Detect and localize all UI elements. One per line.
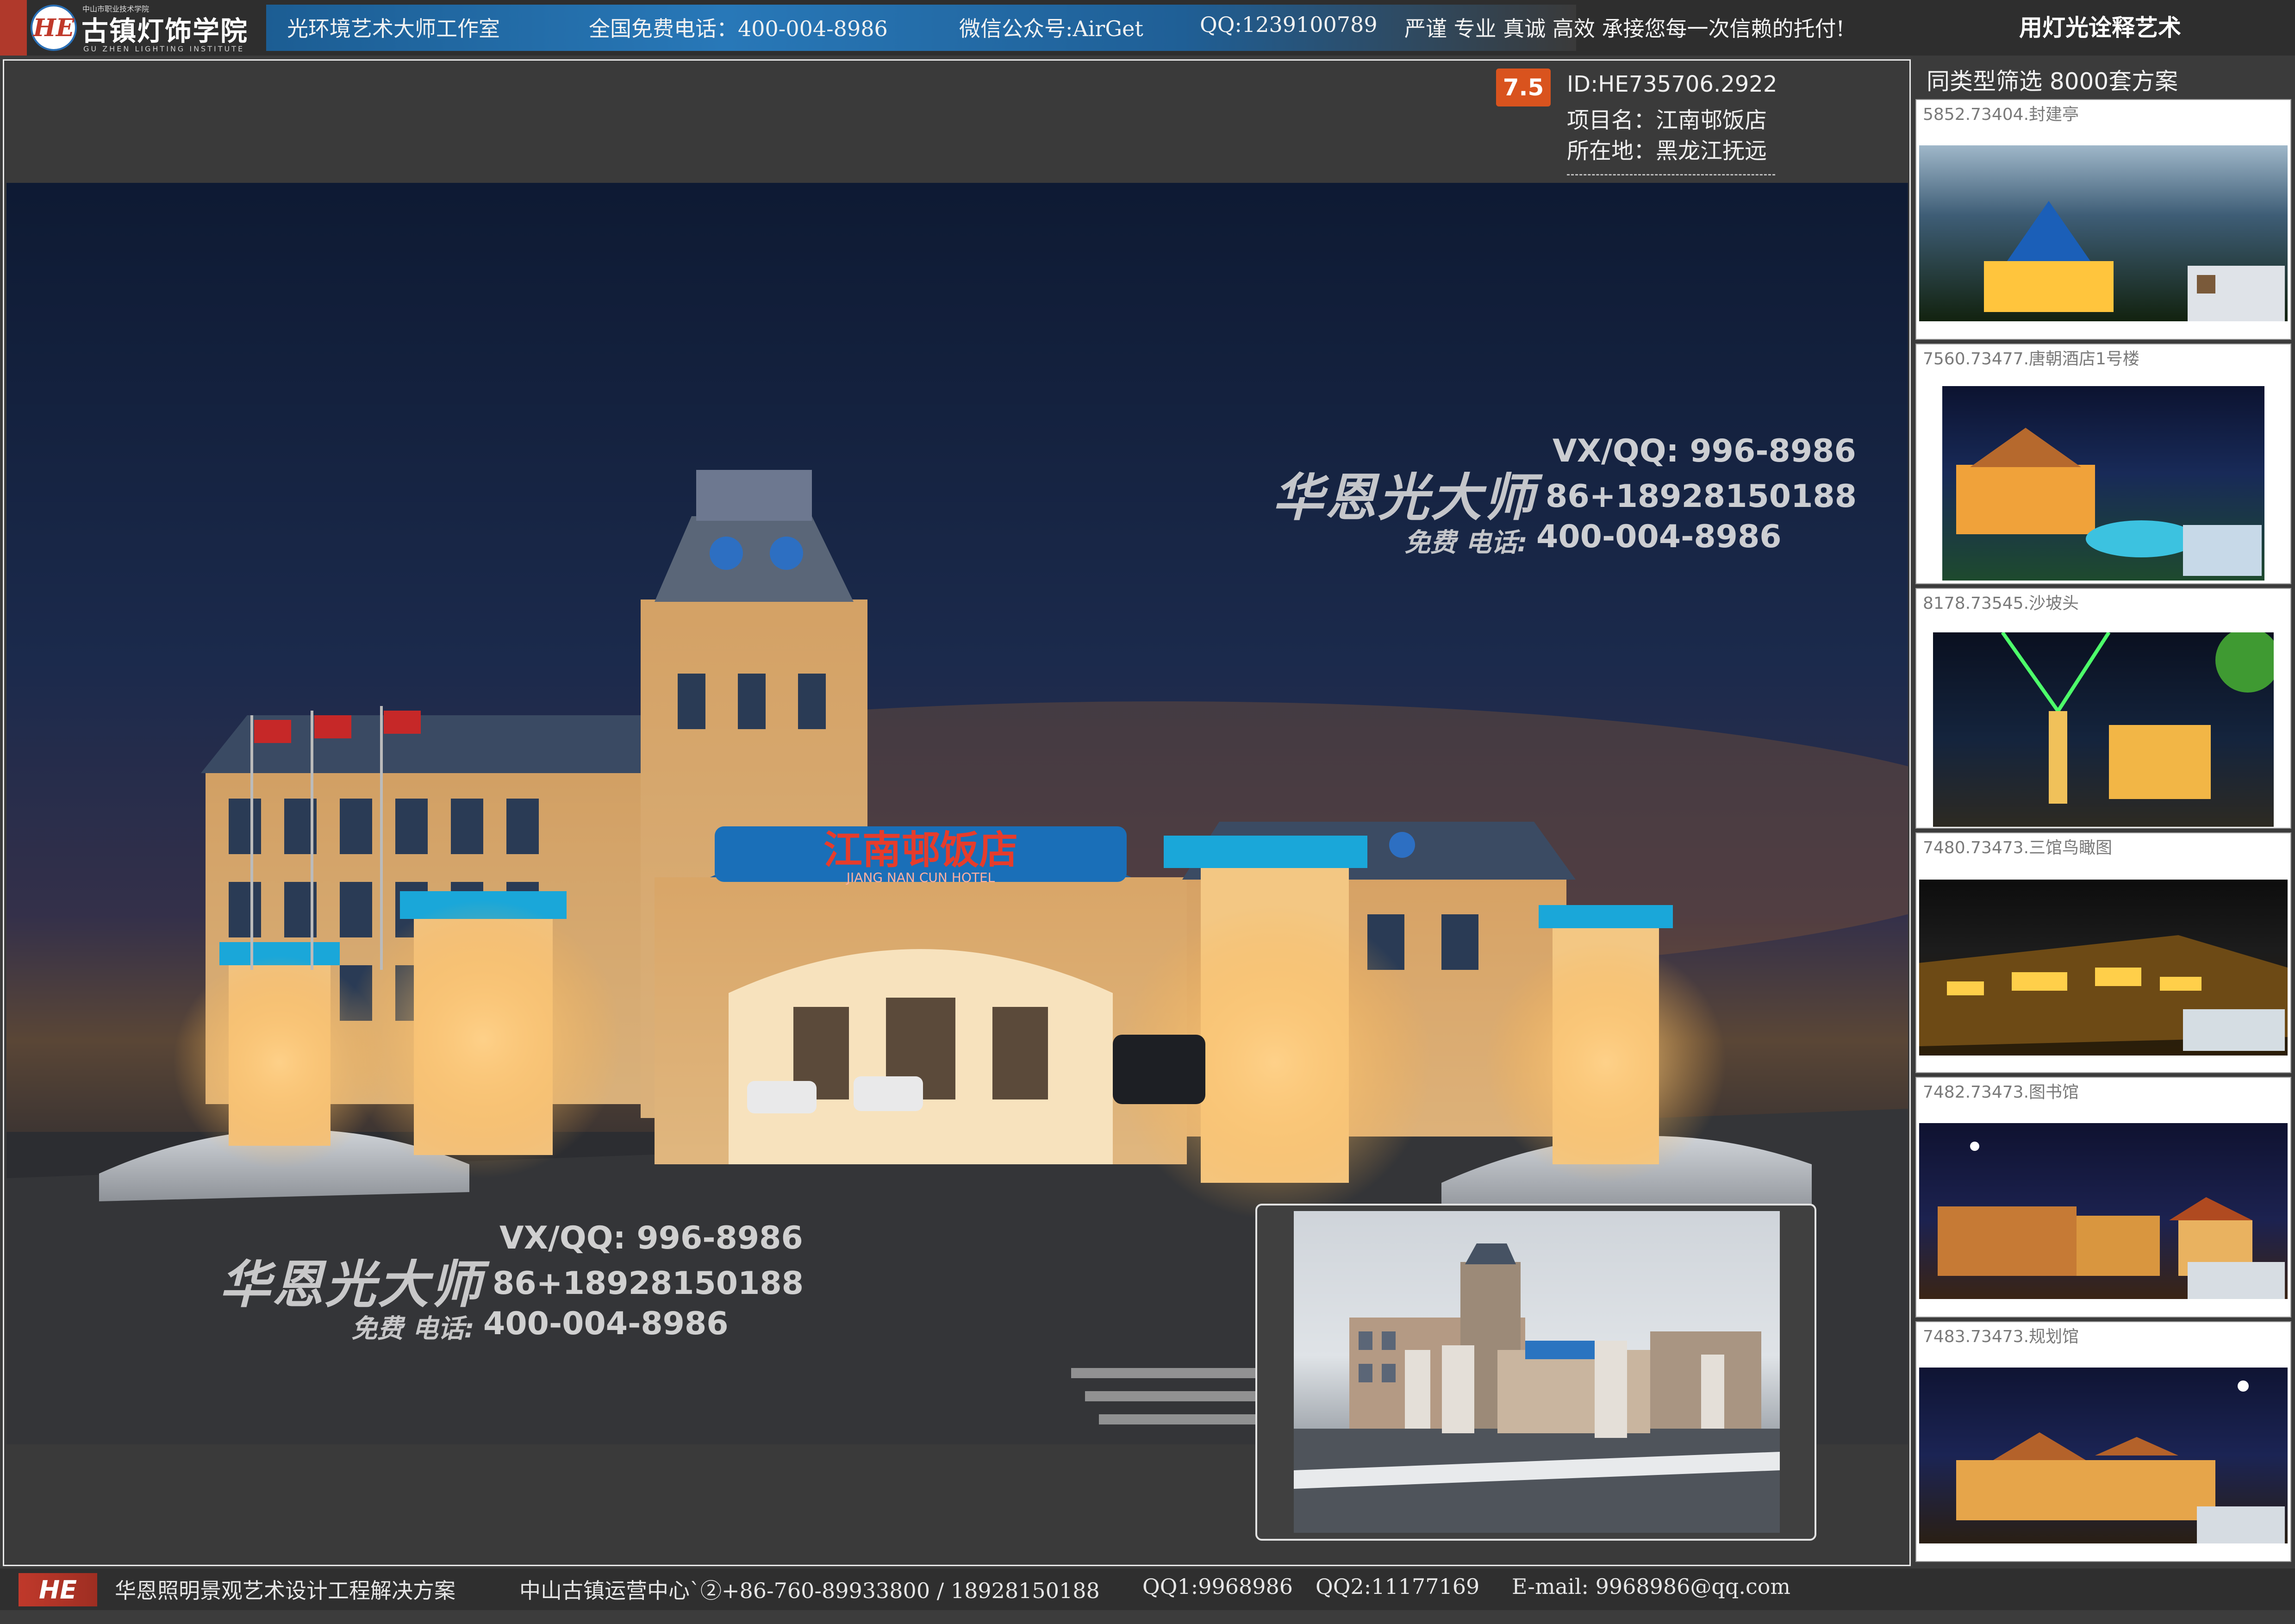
daytime-photo[interactable] [1294, 1211, 1780, 1533]
watermark-hotline-upper: 400-004-8986 [1536, 518, 1782, 555]
footer-logo-icon[interactable]: HE [19, 1573, 97, 1606]
watermark-vx-upper: VX/QQ: 996-8986 [1553, 433, 1856, 469]
planning-hall-thumbnail-icon [1919, 1368, 2288, 1543]
card-caption: 7483.73473.规划馆 [1923, 1327, 2079, 1346]
street-laser-thumbnail-icon [1933, 632, 2274, 827]
watermark-free-label-upper: 免费 电话: [1404, 528, 1528, 558]
footer-qq1: QQ1:9968986 [1142, 1574, 1293, 1599]
top-banner: HE 中山市职业技术学院 古镇灯饰学院 GU ZHEN LIGHTING INS… [0, 0, 2295, 56]
project-location: 所在地：黑龙江抚远 [1567, 138, 1767, 164]
footer-email[interactable]: E-mail: 9968986@qq.com [1512, 1574, 1790, 1599]
sidebar-card-5[interactable]: 7482.73473.图书馆 [1915, 1077, 2291, 1318]
sidebar-card-2[interactable]: 7560.73477.唐朝酒店1号楼 [1915, 344, 2291, 584]
sidebar-card-4[interactable]: 7480.73473.三馆鸟瞰图 [1915, 832, 2291, 1073]
right-tagline: 用灯光诠释艺术 [2019, 14, 2181, 41]
project-id: ID:HE735706.2922 [1567, 71, 1777, 97]
institute-logo-icon[interactable]: HE [31, 5, 77, 51]
sidebar-card-6[interactable]: 7483.73473.规划馆 [1915, 1321, 2291, 1562]
watermark-free-label-lower: 免费 电话: [351, 1314, 474, 1344]
aerial-night-thumbnail-icon [1919, 880, 2288, 1056]
watermark-brand-upper: 华恩光大师 [1272, 468, 1536, 527]
library-night-thumbnail-icon [1919, 1123, 2288, 1299]
similar-projects-sidebar: 同类型筛选 8000套方案 5852.73404.封建亭 7560.73477.… [1913, 56, 2295, 1567]
qq-text: QQ:1239100789 [1200, 12, 1378, 37]
watermark-brand-lower: 华恩光大师 [219, 1255, 483, 1314]
logo-mark: HE [33, 13, 75, 42]
daytime-hotel-illustration [1294, 1243, 1780, 1533]
project-name: 项目名：江南邨饭店 [1567, 107, 1767, 133]
red-accent-strip [0, 0, 27, 56]
footer-solution: 华恩照明景观艺术设计工程解决方案 [115, 1578, 455, 1603]
school-english-name: GU ZHEN LIGHTING INSTITUTE [83, 44, 245, 53]
hotel-sign-cn: 江南邨饭店 [823, 827, 1018, 873]
watermark-hotline-lower: 400-004-8986 [483, 1305, 729, 1342]
card-caption: 7560.73477.唐朝酒店1号楼 [1923, 350, 2139, 369]
score-badge: 7.5 [1496, 69, 1551, 106]
card-caption: 8178.73545.沙坡头 [1923, 594, 2079, 613]
card-caption: 5852.73404.封建亭 [1923, 105, 2079, 124]
hotel-night-thumbnail-icon [1942, 386, 2264, 581]
watermark-vx-lower: VX/QQ: 996-8986 [499, 1220, 803, 1256]
hotel-sign-en: JIANG NAN CUN HOTEL [846, 870, 995, 885]
info-divider [1567, 174, 1775, 175]
pavilion-night-thumbnail-icon [1919, 145, 2288, 321]
hotline-text: 全国免费电话：400-004-8986 [589, 16, 888, 41]
footer-qq2: QQ2:11177169 [1316, 1574, 1480, 1599]
studio-name: 光环境艺术大师工作室 [287, 16, 500, 41]
card-caption: 7480.73473.三馆鸟瞰图 [1923, 838, 2113, 857]
sidebar-card-3[interactable]: 8178.73545.沙坡头 [1915, 588, 2291, 829]
sidebar-card-1[interactable]: 5852.73404.封建亭 [1915, 99, 2291, 340]
footer-bar: HE 华恩照明景观艺术设计工程解决方案 中山古镇运营中心`②+86-760-89… [0, 1568, 2295, 1610]
footer-operation-center: 中山古镇运营中心`②+86-760-89933800 / 18928150188 [519, 1578, 1100, 1603]
watermark-phone-upper: 86+18928150188 [1546, 478, 1857, 515]
school-name[interactable]: 古镇灯饰学院 [81, 9, 248, 48]
sidebar-heading: 同类型筛选 8000套方案 [1927, 68, 2178, 95]
card-caption: 7482.73473.图书馆 [1923, 1083, 2079, 1102]
wechat-text: 微信公众号:AirGet [959, 16, 1143, 41]
slogan-text: 严谨 专业 真诚 高效 承接您每一次信赖的托付! [1404, 16, 1845, 41]
watermark-phone-lower: 86+18928150188 [493, 1265, 804, 1302]
